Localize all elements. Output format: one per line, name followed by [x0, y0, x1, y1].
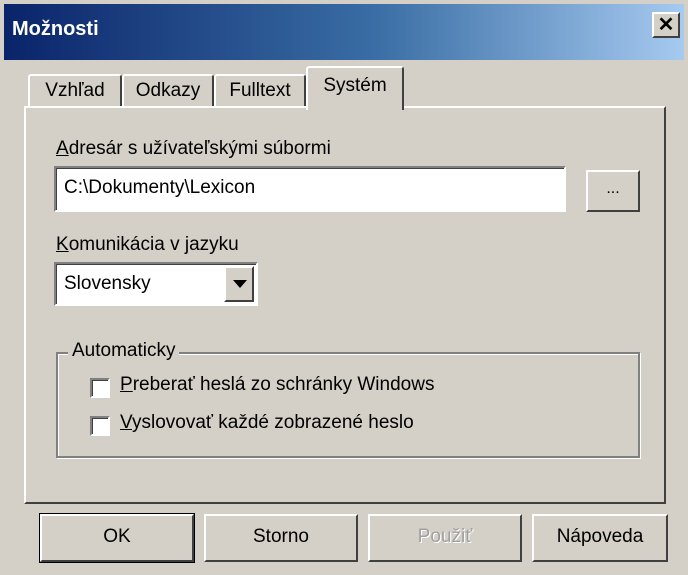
group-title: Automaticky: [68, 340, 180, 362]
title-bar[interactable]: Možnosti ✕: [4, 4, 684, 60]
help-button[interactable]: Nápoveda: [532, 514, 668, 562]
options-dialog: Možnosti ✕ Vzhľad Odkazy Fulltext Systém…: [0, 0, 688, 575]
language-label: Komunikácia v jazyku: [56, 234, 239, 255]
folder-label: Adresár s užívateľskými súbormi: [56, 138, 331, 159]
tab-label: Odkazy: [135, 80, 201, 101]
speak-checkbox[interactable]: [90, 416, 110, 436]
clipboard-checkbox-label[interactable]: Preberať heslá zo schránky Windows: [120, 374, 434, 396]
apply-button[interactable]: Použiť: [368, 514, 522, 562]
tab-vzhlad[interactable]: Vzhľad: [28, 74, 122, 108]
folder-path-value: C:\Dokumenty\Lexicon: [64, 177, 256, 198]
browse-button[interactable]: ...: [586, 170, 640, 212]
ok-button[interactable]: OK: [39, 513, 195, 563]
language-value: Slovensky: [64, 273, 151, 294]
automatic-groupbox: [56, 352, 640, 458]
close-icon: ✕: [657, 14, 675, 36]
tab-label: Fulltext: [229, 80, 291, 101]
chevron-down-icon[interactable]: [224, 266, 254, 302]
language-select[interactable]: Slovensky: [54, 262, 258, 306]
cancel-button[interactable]: Storno: [204, 514, 358, 562]
tab-fulltext[interactable]: Fulltext: [214, 74, 306, 108]
speak-checkbox-label[interactable]: Vyslovovať každé zobrazené heslo: [120, 412, 414, 434]
tab-system[interactable]: Systém: [306, 66, 404, 110]
tab-odkazy[interactable]: Odkazy: [122, 74, 214, 108]
window-title: Možnosti: [12, 18, 99, 40]
close-button[interactable]: ✕: [652, 12, 680, 38]
browse-label: ...: [606, 180, 620, 197]
tab-label: Vzhľad: [45, 80, 105, 101]
tab-label: Systém: [323, 75, 387, 96]
clipboard-checkbox[interactable]: [90, 378, 110, 398]
folder-path-input[interactable]: C:\Dokumenty\Lexicon: [54, 166, 566, 212]
